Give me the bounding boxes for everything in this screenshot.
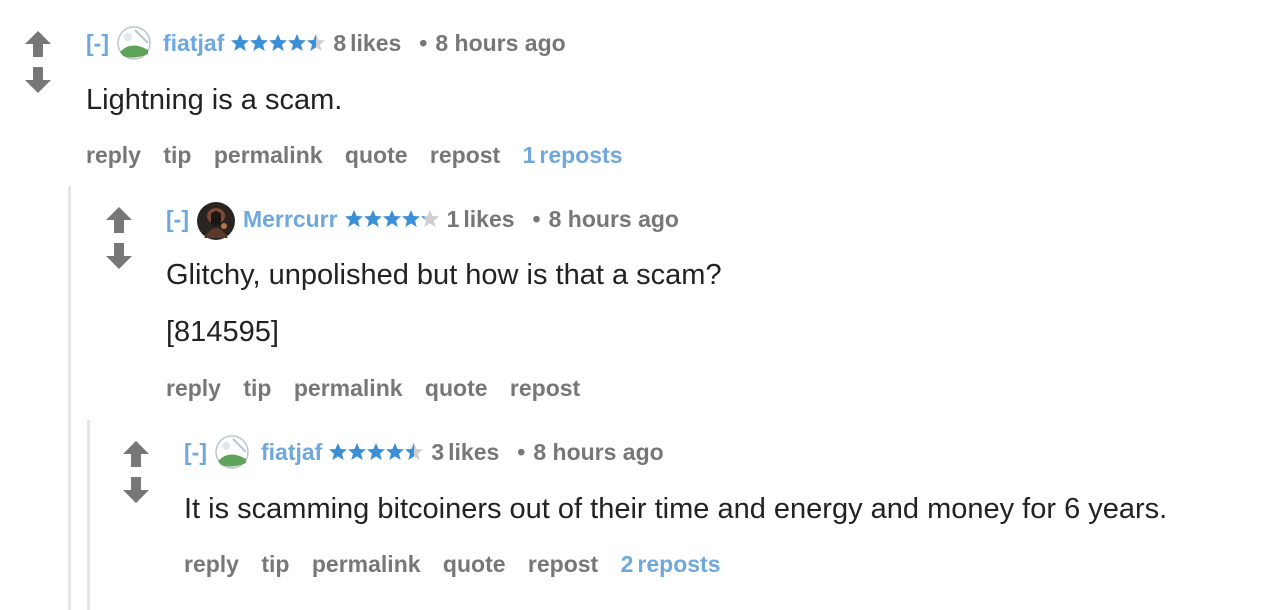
timestamp[interactable]: • 8 hours ago (517, 439, 663, 466)
reposts-label: reposts (637, 551, 721, 577)
comment-text: It is scamming bitcoiners out of their t… (184, 493, 1168, 525)
quote-link[interactable]: quote (345, 142, 408, 168)
username-link[interactable]: fiatjaf (261, 439, 322, 466)
separator-dot: • (517, 438, 526, 465)
avatar-photo-icon[interactable] (196, 202, 235, 240)
comment-text: Glitchy, unpolished but how is that a sc… (166, 259, 722, 291)
comment-header: [-] fiatjaf 8 likes • 8 hours ago (86, 26, 566, 60)
upvote-arrow-icon[interactable] (122, 440, 150, 468)
reposts-number: 1 (522, 142, 536, 168)
star-icon (363, 210, 382, 227)
username-link[interactable]: fiatjaf (163, 30, 224, 57)
separator-dot: • (419, 29, 428, 56)
comment-text: Lightning is a scam. (86, 84, 343, 116)
tip-link[interactable]: tip (243, 375, 271, 401)
star-icon (386, 443, 405, 460)
reply-link[interactable]: reply (184, 551, 239, 577)
star-icon (288, 34, 307, 51)
reply-link[interactable]: reply (166, 375, 221, 401)
downvote-arrow-icon[interactable] (122, 476, 150, 504)
star-icon (329, 443, 348, 460)
likes-number: 3 (431, 438, 445, 465)
avatar-placeholder-icon[interactable] (117, 26, 151, 60)
reposts-count-link[interactable]: 1 reposts (523, 142, 639, 168)
star-icon (382, 210, 401, 227)
timestamp[interactable]: • 8 hours ago (419, 30, 565, 57)
likes-count: 1 likes (447, 206, 515, 233)
time-ago: 8 hours ago (435, 29, 566, 56)
likes-count: 8 likes (333, 30, 401, 57)
thread-line-level-2 (87, 420, 90, 610)
likes-label: likes (463, 205, 515, 232)
avatar-placeholder-icon[interactable] (215, 435, 249, 469)
permalink-link[interactable]: permalink (214, 142, 323, 168)
upvote-arrow-icon[interactable] (105, 206, 133, 234)
reposts-number: 2 (620, 551, 634, 577)
repost-link[interactable]: repost (528, 551, 598, 577)
tip-link[interactable]: tip (261, 551, 289, 577)
comment-text-line-2: [814595] (166, 316, 279, 348)
likes-count: 3 likes (431, 439, 499, 466)
star-icon (231, 34, 250, 51)
timestamp[interactable]: • 8 hours ago (533, 206, 679, 233)
likes-number: 1 (446, 205, 460, 232)
star-icon (307, 34, 326, 51)
rating-stars (344, 209, 439, 229)
username-link[interactable]: Merrcurr (243, 206, 338, 233)
star-icon (250, 34, 269, 51)
permalink-link[interactable]: permalink (312, 551, 421, 577)
reply-link[interactable]: reply (86, 142, 141, 168)
repost-link[interactable]: repost (430, 142, 500, 168)
star-icon (344, 210, 363, 227)
time-ago: 8 hours ago (533, 438, 664, 465)
star-icon (269, 34, 288, 51)
comment-header: [-] Merrcurr 1 likes • 8 hours ago (166, 202, 679, 240)
repost-link[interactable]: repost (510, 375, 580, 401)
time-ago: 8 hours ago (548, 205, 679, 232)
likes-label: likes (448, 438, 500, 465)
collapse-toggle[interactable]: [-] (184, 439, 207, 466)
collapse-toggle[interactable]: [-] (166, 206, 189, 233)
tip-link[interactable]: tip (163, 142, 191, 168)
upvote-arrow-icon[interactable] (24, 30, 52, 58)
comment-actions: reply tip permalink quote repost 1 repost… (86, 142, 655, 169)
rating-stars (230, 33, 326, 53)
star-icon (405, 443, 424, 460)
reposts-count-link[interactable]: 2 reposts (621, 551, 737, 577)
thread-line-level-1 (68, 186, 71, 610)
star-icon (348, 443, 367, 460)
separator-dot: • (532, 205, 541, 232)
star-icon (420, 210, 439, 227)
likes-number: 8 (333, 29, 347, 56)
star-icon (401, 210, 420, 227)
comment-actions: reply tip permalink quote repost (166, 375, 596, 402)
comment-header: [-] fiatjaf 3 likes • 8 hours ago (184, 435, 664, 469)
reposts-label: reposts (539, 142, 623, 168)
star-icon (367, 443, 386, 460)
likes-label: likes (350, 29, 402, 56)
quote-link[interactable]: quote (443, 551, 506, 577)
rating-stars (328, 442, 424, 462)
quote-link[interactable]: quote (425, 375, 488, 401)
collapse-toggle[interactable]: [-] (86, 30, 109, 57)
downvote-arrow-icon[interactable] (24, 66, 52, 94)
permalink-link[interactable]: permalink (294, 375, 403, 401)
comment-actions: reply tip permalink quote repost 2 repost… (184, 551, 753, 578)
downvote-arrow-icon[interactable] (105, 242, 133, 270)
